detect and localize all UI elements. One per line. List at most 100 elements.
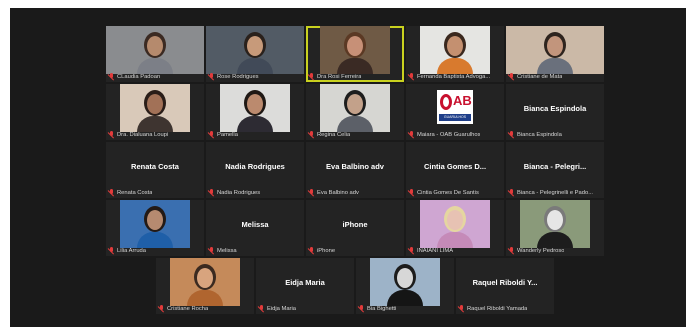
participant-tile[interactable]: Cristiane Rocha xyxy=(156,258,254,314)
muted-mic-icon xyxy=(508,189,515,196)
participant-name: Regina Celia xyxy=(317,131,351,138)
participant-tile[interactable]: CLaudia Padoan xyxy=(106,26,204,82)
participant-name: Maiara - OAB Guarulhos xyxy=(417,131,481,138)
participant-label: Maiara - OAB Guarulhos xyxy=(408,130,502,139)
participant-label: Melissa xyxy=(208,246,302,255)
muted-mic-icon xyxy=(508,131,515,138)
participant-person xyxy=(135,26,175,74)
participant-display-name: Renata Costa xyxy=(131,162,179,171)
participant-label: Regina Celia xyxy=(308,130,402,139)
participant-tile[interactable]: iPhone iPhone xyxy=(306,200,404,256)
muted-mic-icon xyxy=(458,305,465,312)
muted-mic-icon xyxy=(108,131,115,138)
participant-name: Fernanda Baptista Advoga... xyxy=(417,73,491,80)
participant-name: Nadia Rodrigues xyxy=(217,189,261,196)
participant-tile[interactable]: Regina Celia xyxy=(306,84,404,140)
participant-video xyxy=(420,200,490,248)
participant-tile[interactable]: Cristiane de Mata xyxy=(506,26,604,82)
participant-name: Raquel Riboldi Yamada xyxy=(467,305,528,312)
participant-label: Bia Bighetti xyxy=(358,304,452,313)
participant-video xyxy=(106,26,204,74)
participant-display-name: Eva Balbino adv xyxy=(326,162,384,171)
muted-mic-icon xyxy=(508,73,515,80)
participant-label: Dra Rosi Ferreira xyxy=(308,72,402,81)
participant-person xyxy=(435,200,475,248)
participant-label: Nadia Rodrigues xyxy=(208,188,302,197)
muted-mic-icon xyxy=(158,305,165,312)
muted-mic-icon xyxy=(108,247,115,254)
participant-name: Cristiane Rocha xyxy=(167,305,209,312)
participant-tile[interactable]: INAIANI LIMA xyxy=(406,200,504,256)
participant-name: Eidja Maria xyxy=(267,305,296,312)
participant-display-name: Raquel Riboldi Y... xyxy=(472,278,538,287)
muted-mic-icon xyxy=(308,73,315,80)
participant-tile[interactable]: Wanderly Pedroso xyxy=(506,200,604,256)
participant-tile[interactable]: Bianca - Pelegri... Bianca - Pelegrinelli… xyxy=(506,142,604,198)
participant-name: Bianca Espindola xyxy=(517,131,562,138)
participant-tile[interactable]: Nadia Rodrigues Nadia Rodrigues xyxy=(206,142,304,198)
participant-tile[interactable]: Raquel Riboldi Y... Raquel Riboldi Yamada xyxy=(456,258,554,314)
participant-label: Dra. Dialuana Loupi xyxy=(108,130,202,139)
participant-tile[interactable]: Dra. Dialuana Loupi xyxy=(106,84,204,140)
participant-tile[interactable]: Bia Bighetti xyxy=(356,258,454,314)
participant-tile[interactable]: Lilia Arruda xyxy=(106,200,204,256)
muted-mic-icon xyxy=(108,73,115,80)
participant-tile[interactable]: Bianca Espindola Bianca Espindola xyxy=(506,84,604,140)
participant-label: CLaudia Padoan xyxy=(108,72,202,81)
muted-mic-icon xyxy=(208,189,215,196)
participant-person xyxy=(135,200,175,248)
participant-video xyxy=(206,26,304,74)
participant-video xyxy=(120,84,190,132)
muted-mic-icon xyxy=(308,189,315,196)
participant-video xyxy=(420,26,490,74)
participant-name: Bia Bighetti xyxy=(367,305,397,312)
participant-person xyxy=(535,26,575,74)
participant-person xyxy=(435,26,475,74)
participant-tile[interactable]: Cintia Gomes D... Cintia Gomes De Santis xyxy=(406,142,504,198)
participant-video xyxy=(520,200,590,248)
participant-name: Wanderly Pedroso xyxy=(517,247,565,254)
participant-tile[interactable]: Melissa Melissa xyxy=(206,200,304,256)
participant-video xyxy=(370,258,440,306)
participant-person xyxy=(335,84,375,132)
participant-label: Cristiane de Mata xyxy=(508,72,602,81)
muted-mic-icon xyxy=(308,131,315,138)
participant-name: Rose Rodrigues xyxy=(217,73,259,80)
participant-label: Fernanda Baptista Advoga... xyxy=(408,72,502,81)
participant-display-name: Nadia Rodrigues xyxy=(225,162,285,171)
participant-tile[interactable]: Pamella xyxy=(206,84,304,140)
participant-display-name: iPhone xyxy=(342,220,368,229)
muted-mic-icon xyxy=(108,189,115,196)
participant-display-name: Melissa xyxy=(241,220,269,229)
participant-tile[interactable]: Eidja Maria Eidja Maria xyxy=(256,258,354,314)
participant-label: Cristiane Rocha xyxy=(158,304,252,313)
muted-mic-icon xyxy=(208,247,215,254)
participant-display-name: Bianca - Pelegri... xyxy=(523,162,587,171)
participant-tile[interactable]: Dra Rosi Ferreira xyxy=(306,26,404,82)
participant-tile[interactable]: AB GUARULHOS Maiara - OAB Guarulhos xyxy=(406,84,504,140)
participant-tile[interactable]: Eva Balbino adv Eva Balbino adv xyxy=(306,142,404,198)
muted-mic-icon xyxy=(258,305,265,312)
muted-mic-icon xyxy=(208,131,215,138)
muted-mic-icon xyxy=(408,73,415,80)
participant-person xyxy=(385,258,425,306)
participant-display-name: Cintia Gomes D... xyxy=(423,162,487,171)
muted-mic-icon xyxy=(508,247,515,254)
muted-mic-icon xyxy=(308,247,315,254)
participant-label: Renata Costa xyxy=(108,188,202,197)
participant-name: CLaudia Padoan xyxy=(117,73,161,80)
participant-label: iPhone xyxy=(308,246,402,255)
oab-logo: AB GUARULHOS xyxy=(437,90,473,124)
participant-tile[interactable]: Fernanda Baptista Advoga... xyxy=(406,26,504,82)
participant-label: Bianca - Pelegrinelli e Pado... xyxy=(508,188,602,197)
participant-person xyxy=(135,84,175,132)
participant-name: iPhone xyxy=(317,247,336,254)
participant-tile[interactable]: Renata Costa Renata Costa xyxy=(106,142,204,198)
participant-label: Rose Rodrigues xyxy=(208,72,302,81)
participant-label: Wanderly Pedroso xyxy=(508,246,602,255)
participant-name: Renata Costa xyxy=(117,189,153,196)
participant-label: Cintia Gomes De Santis xyxy=(408,188,502,197)
participant-tile[interactable]: Rose Rodrigues xyxy=(206,26,304,82)
participant-person xyxy=(335,26,375,74)
participant-name: Eva Balbino adv xyxy=(317,189,359,196)
